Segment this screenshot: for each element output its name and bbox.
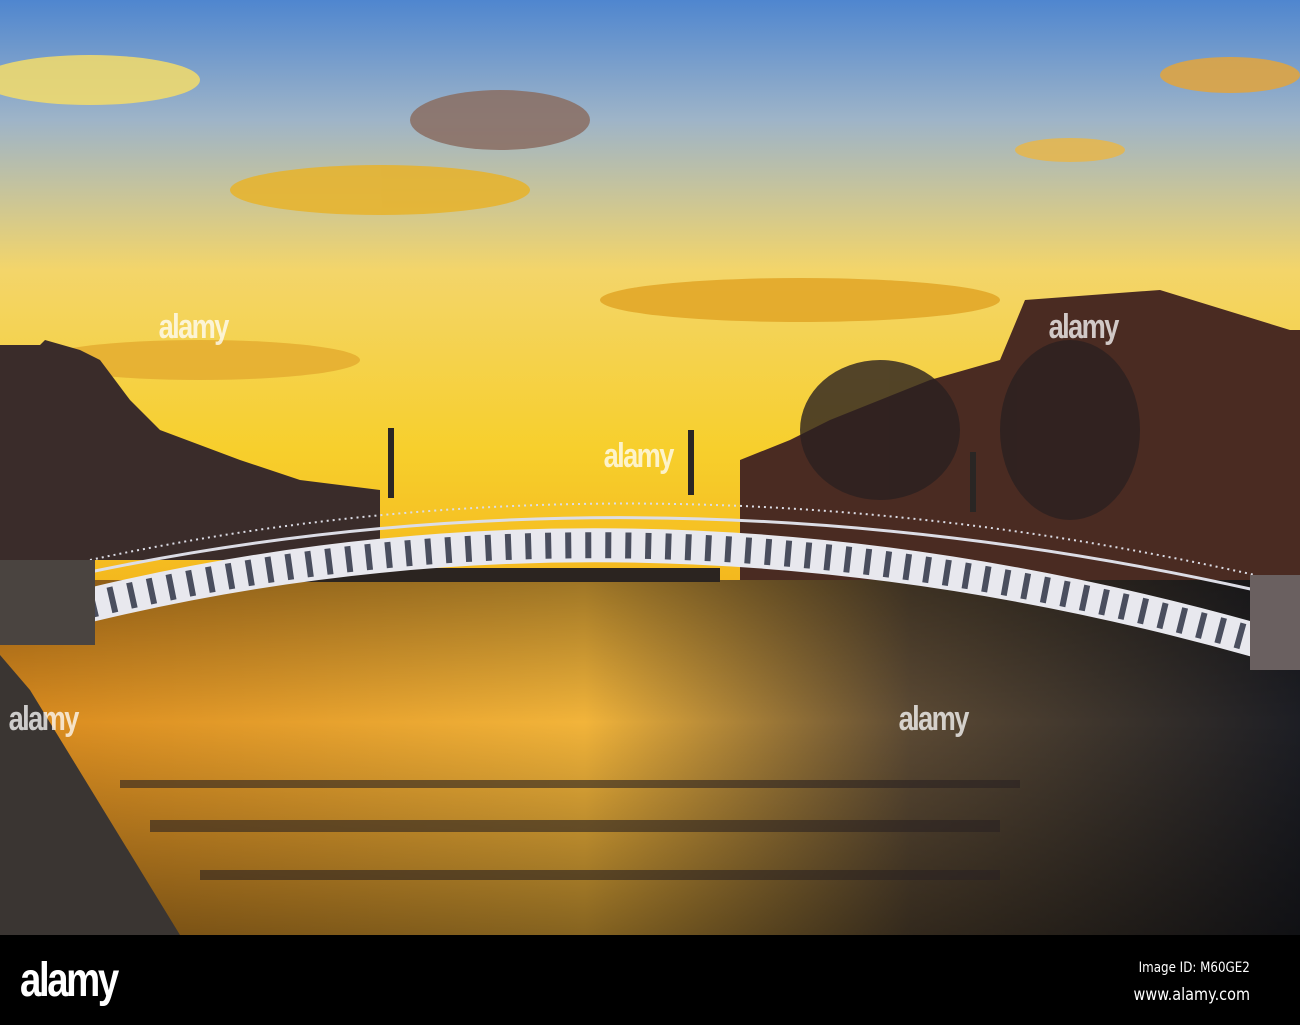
watermark: alamy bbox=[898, 700, 970, 738]
photo: alamy alamy alamy alamy alamy bbox=[0, 0, 1300, 935]
footer-bar: alamy Image ID: M60GE2 www.alamy.com bbox=[0, 935, 1300, 1025]
watermark: alamy bbox=[8, 700, 80, 738]
image-id: Image ID: M60GE2 bbox=[1138, 960, 1250, 976]
watermark: alamy bbox=[1048, 308, 1120, 346]
watermark: alamy bbox=[603, 437, 675, 475]
website-url: www.alamy.com bbox=[1133, 985, 1250, 1005]
watermark: alamy bbox=[158, 308, 230, 346]
alamy-logo: alamy bbox=[20, 954, 119, 1007]
